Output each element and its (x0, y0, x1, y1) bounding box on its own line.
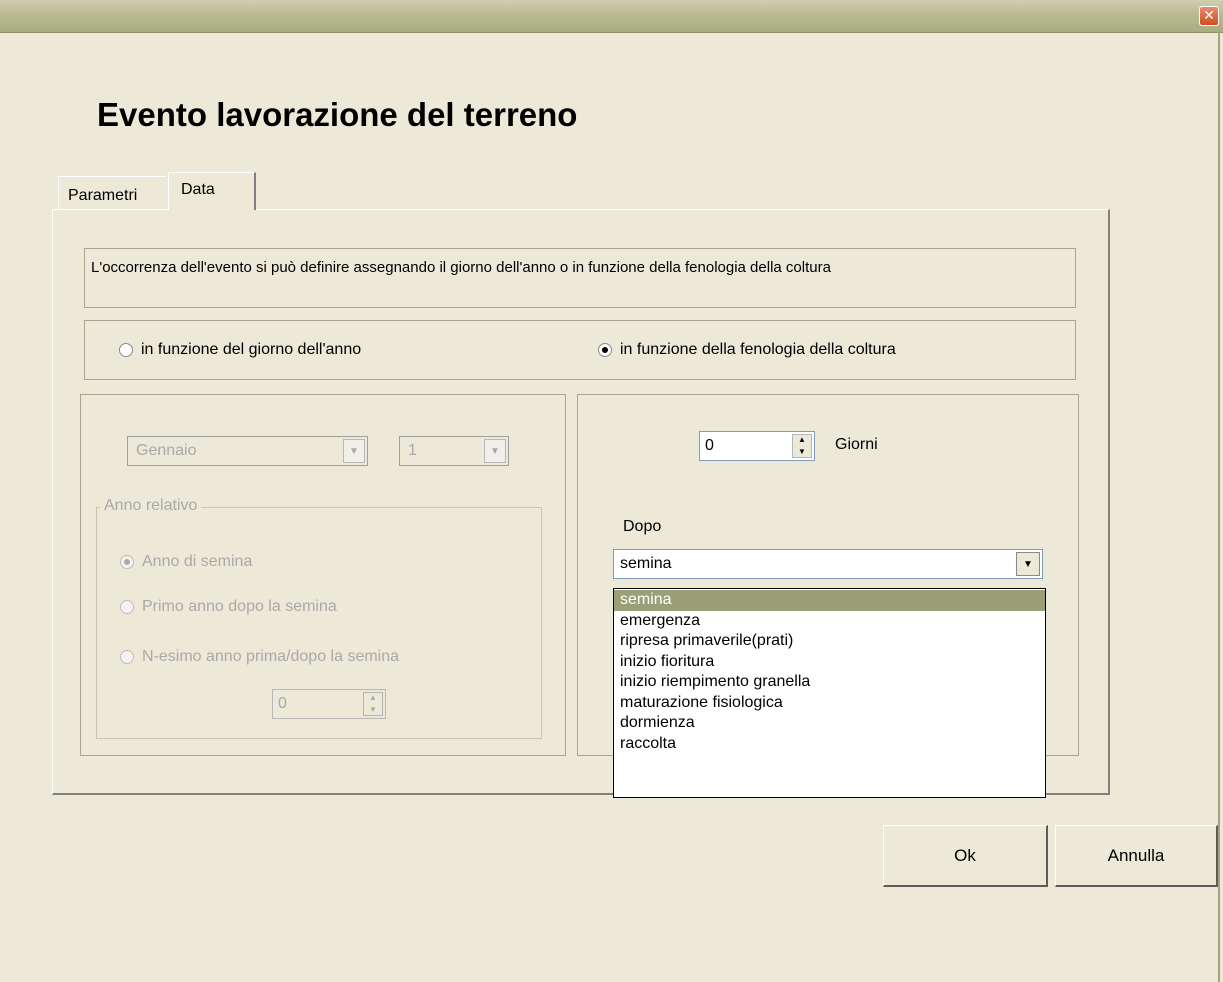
radio-checked-icon (120, 555, 134, 569)
day-select[interactable]: 1 ▼ (399, 436, 509, 466)
radio-label: Anno di semina (142, 553, 253, 570)
n-year-value: 0 (278, 695, 287, 712)
list-item[interactable]: dormienza (614, 713, 1045, 734)
list-item[interactable]: inizio riempimento granella (614, 672, 1045, 693)
tab-parametri[interactable]: Parametri (58, 176, 166, 210)
mode-radio-phenology[interactable]: in funzione della fenologia della coltur… (598, 341, 896, 359)
list-item[interactable]: raccolta (614, 734, 1045, 755)
days-value: 0 (705, 437, 714, 454)
mode-radio-label: in funzione della fenologia della coltur… (620, 341, 896, 358)
ok-button[interactable]: Ok (883, 825, 1048, 887)
list-item[interactable]: semina (614, 590, 1045, 611)
days-label: Giorni (835, 436, 878, 453)
list-item[interactable]: emergenza (614, 611, 1045, 632)
radio-anno-semina[interactable]: Anno di semina (120, 553, 252, 571)
phenology-options-list: semina emergenza ripresa primaverile(pra… (613, 588, 1046, 798)
list-item[interactable]: inizio fioritura (614, 652, 1045, 673)
phenology-select[interactable]: semina ▼ (613, 549, 1043, 579)
cancel-button[interactable]: Annulla (1055, 825, 1218, 887)
mode-radio-label: in funzione del giorno dell'anno (141, 341, 362, 358)
tab-data[interactable]: Data (168, 172, 256, 210)
relative-year-label: Anno relativo (100, 497, 202, 515)
month-select[interactable]: Gennaio ▼ (127, 436, 368, 466)
chevron-down-icon[interactable]: ▼ (1016, 552, 1040, 576)
chevron-down-icon: ▼ (343, 439, 365, 463)
phenology-value: semina (620, 555, 672, 572)
spin-arrows-icon[interactable]: ▲ ▼ (363, 692, 383, 716)
list-item[interactable]: ripresa primaverile(prati) (614, 631, 1045, 652)
info-text: L'occorrenza dell'evento si può definire… (84, 248, 1076, 308)
days-stepper[interactable]: 0 ▲ ▼ (699, 431, 815, 461)
mode-radio-day-of-year[interactable]: in funzione del giorno dell'anno (119, 341, 361, 359)
radio-icon (119, 343, 133, 357)
after-label: Dopo (623, 518, 662, 535)
month-value: Gennaio (136, 442, 197, 459)
radio-n-esimo-anno[interactable]: N-esimo anno prima/dopo la semina (120, 648, 399, 666)
radio-primo-anno[interactable]: Primo anno dopo la semina (120, 598, 337, 616)
title-bar: ✕ (0, 0, 1223, 33)
mode-group: in funzione del giorno dell'anno in funz… (84, 320, 1076, 380)
radio-label: Primo anno dopo la semina (142, 598, 337, 615)
dialog-title: Evento lavorazione del terreno (97, 96, 578, 133)
radio-checked-icon (598, 343, 612, 357)
spin-arrows-icon[interactable]: ▲ ▼ (792, 434, 812, 458)
radio-icon (120, 650, 134, 664)
list-item[interactable]: maturazione fisiologica (614, 693, 1045, 714)
day-value: 1 (408, 442, 417, 459)
close-icon[interactable]: ✕ (1199, 6, 1219, 26)
radio-label: N-esimo anno prima/dopo la semina (142, 648, 400, 665)
chevron-down-icon: ▼ (484, 439, 506, 463)
n-year-stepper[interactable]: 0 ▲ ▼ (272, 689, 386, 719)
radio-icon (120, 600, 134, 614)
